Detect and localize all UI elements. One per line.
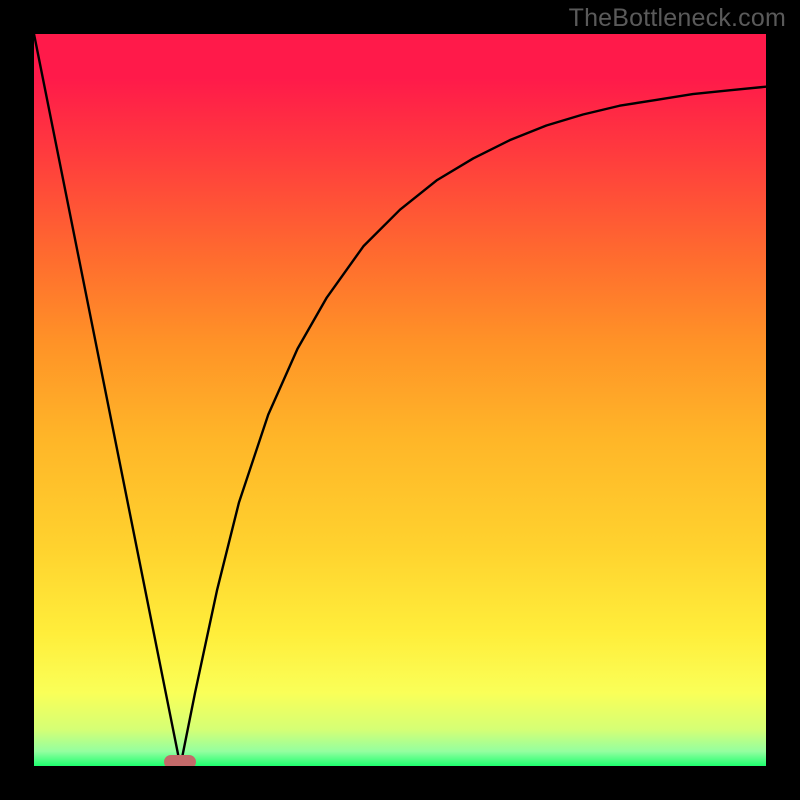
minimum-marker [164, 755, 196, 766]
plot-area [34, 34, 766, 766]
curve-svg [34, 34, 766, 766]
chart-frame: TheBottleneck.com [0, 0, 800, 800]
watermark-text: TheBottleneck.com [569, 4, 786, 33]
bottleneck-curve-path [34, 34, 766, 766]
